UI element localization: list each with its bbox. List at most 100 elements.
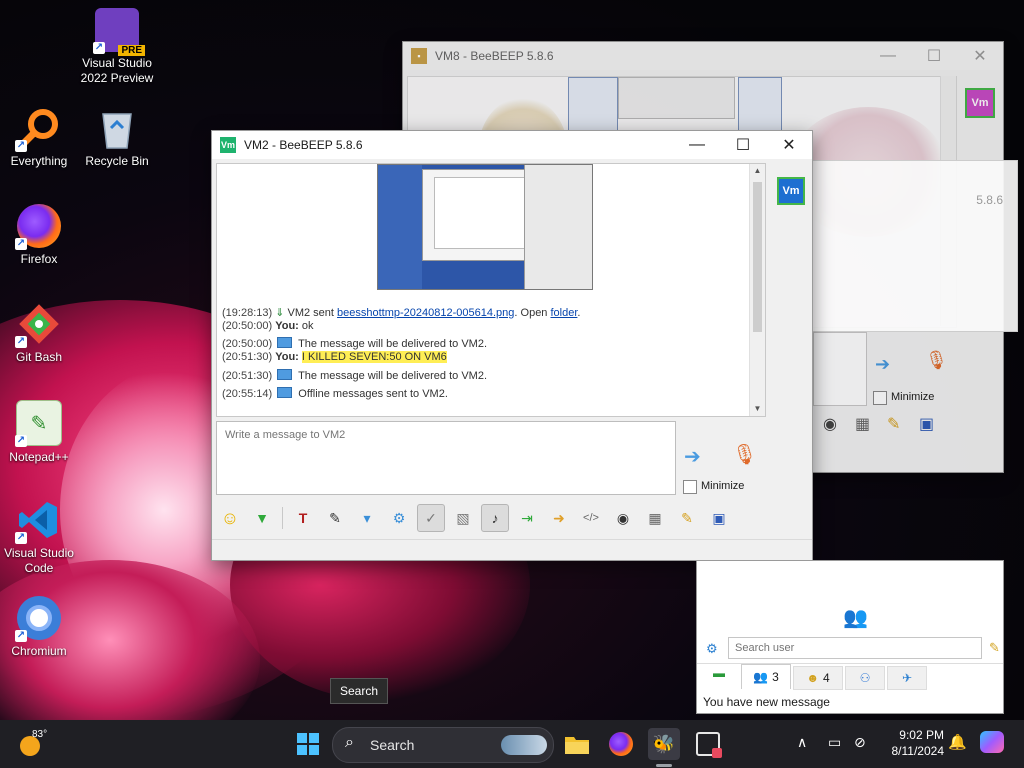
notes-icon[interactable]: ✎ [673,504,701,532]
minimize-checkbox[interactable] [683,480,697,494]
network-off-icon[interactable]: ⊘ [854,734,866,751]
beebeep-taskbar-icon[interactable]: 🐝 [648,728,680,760]
vm2-beebeep-window[interactable]: Vm VM2 - BeeBEEP 5.8.6 — ☐ ✕ (19:28:13) … [211,130,813,561]
search-user-input[interactable] [733,641,977,655]
weather-temperature: 83° [32,729,48,740]
chat-history[interactable]: (19:28:13) ⇓ VM2 sent beesshottmp-202408… [216,163,766,417]
vm8-minimize-label: Minimize [891,391,935,403]
beebeep-app-icon: ▪ [411,48,427,64]
microphone-icon[interactable]: 🎙 [732,442,757,467]
camera-icon[interactable]: ◉ [609,504,637,532]
scroll-down-icon[interactable]: ▼ [750,402,765,416]
notification-bell-icon[interactable]: 🔔 [948,733,967,751]
image-icon[interactable]: ▧ [449,504,477,532]
vm2-user-avatar[interactable]: Vm [777,177,805,205]
vm8-title-bar[interactable]: ▪ VM8 - BeeBEEP 5.8.6 — ☐ ✕ [403,42,1003,70]
desktop-icon-visual-studio-preview[interactable]: PRE ↗ Visual Studio 2022 Preview [75,8,159,86]
scroll-up-icon[interactable]: ▲ [750,164,765,178]
user-list-panel[interactable]: 👥 ⚙ ✎ ▬ 👥3 ☻4 ⚇ ✈ You have new message [696,560,1004,714]
vm8-minimize-checkbox[interactable] [873,391,887,405]
desktop-icon-label: Firefox [20,252,58,266]
screenshot-preview-image[interactable] [377,164,593,290]
vm8-avatar[interactable]: Vm [965,88,995,118]
notes-icon[interactable]: ✎ [887,414,900,434]
chat-message: (20:51:30) You: I KILLED SEVEN:50 ON VM6 [222,351,447,363]
maximize-icon[interactable]: ☐ [720,131,766,159]
firefox-icon: ↗ [15,204,61,250]
send-file-icon[interactable]: ➔ [684,444,716,470]
tab-chat-icon[interactable]: ▬ [701,666,737,686]
microphone-icon[interactable]: 🎙 [925,350,948,371]
font-icon[interactable]: T [289,504,317,532]
screenshot-toggle-icon[interactable]: ✓ [417,504,445,532]
snipping-tool-icon[interactable] [692,728,724,760]
screenshot-thumbnail [568,77,618,137]
desktop-icon-label: Visual Studio 2022 Preview [80,56,154,85]
send-file-icon[interactable]: ➔ [875,354,890,375]
tab-shares[interactable]: ✈ [887,666,927,690]
video-icon[interactable]: ▦ [855,414,870,434]
music-note-icon[interactable]: ♪ [481,504,509,532]
desktop-icon-label: Everything [10,154,68,168]
weather-widget[interactable]: 83° [18,728,58,760]
camera-icon[interactable]: ◉ [823,414,837,434]
chat-toolbar: ☺ ▼ T ✎ ▾ ⚙ ✓ ▧ ♪ ⇥ ➜ </> ◉ ▦ ✎ ▣ [216,501,796,535]
start-windows-icon[interactable] [292,728,324,760]
color-pen-icon[interactable]: ✎ [321,504,349,532]
message-timestamp: (20:50:00) [222,338,273,350]
close-icon[interactable]: ✕ [766,131,812,159]
tab-groups[interactable]: ☻ 4 [793,666,843,690]
folder-link[interactable]: folder [550,307,577,319]
close-icon[interactable]: ✕ [957,42,1003,70]
code-icon[interactable]: </> [577,504,605,532]
desktop-icon-notepad-plus-plus[interactable]: ✎ ↗ Notepad++ [0,400,81,465]
folder-send-icon[interactable]: ➜ [545,504,573,532]
show-hidden-icons-chevron-icon[interactable]: ∧ [797,734,807,751]
file-explorer-icon[interactable] [561,728,593,760]
envelope-icon [277,369,293,380]
video-icon[interactable]: ▦ [641,504,669,532]
vm8-compose[interactable] [813,332,867,406]
chat-scrollbar[interactable]: ▲ ▼ [749,164,765,416]
partial-window-title: 5.8.6 [976,193,1003,207]
desktop-icon-recycle-bin[interactable]: Recycle Bin [75,106,159,169]
message-timestamp: (20:51:30) [222,351,273,363]
export-icon[interactable]: ⇥ [513,504,541,532]
search-user-box[interactable] [728,637,982,659]
search-highlight-graphic [501,735,547,755]
desktop-icon-firefox[interactable]: ↗ Firefox [0,204,81,267]
tab-users[interactable]: 👥 3 [741,664,791,689]
vm2-title-bar[interactable]: Vm VM2 - BeeBEEP 5.8.6 — ☐ ✕ [212,131,812,159]
clear-search-icon[interactable]: ✎ [989,640,1000,656]
message-input[interactable] [223,428,667,442]
preview-window [434,177,536,249]
settings-gear-icon[interactable]: ⚙ [706,641,718,657]
minimize-icon[interactable]: — [865,42,911,70]
emoticon-icon[interactable]: ☺ [216,504,244,532]
scroll-thumb[interactable] [753,182,762,332]
message-text: ok [301,320,314,332]
desktop-icon-chromium[interactable]: ↗ Chromium [0,596,81,659]
save-icon[interactable]: ▣ [919,414,934,434]
taskbar-search-box[interactable]: ⌕ Search [332,727,554,763]
users-group-icon: 👥 [843,607,868,629]
copilot-icon[interactable] [980,731,1004,753]
file-link[interactable]: beesshottmp-20240812-005614.png [337,307,514,319]
display-icon[interactable]: ▭ [828,734,841,751]
message-compose-box[interactable] [216,421,676,495]
save-icon[interactable]: ▣ [705,504,733,532]
vm8-window-title: VM8 - BeeBEEP 5.8.6 [435,49,554,63]
clock[interactable]: 9:02 PM 8/11/2024 [880,727,945,759]
desktop-icon-everything[interactable]: ↗ Everything [0,106,81,169]
chat-message: (20:50:00) You: ok [222,320,314,332]
message-sender: You: [275,351,299,363]
minimize-icon[interactable]: — [674,131,720,159]
desktop-icon-vscode[interactable]: ↗ Visual Studio Code [0,498,81,576]
firefox-taskbar-icon[interactable] [605,728,637,760]
filter-icon[interactable]: ▾ [353,504,381,532]
tab-network[interactable]: ⚇ [845,666,885,690]
collapse-icon[interactable]: ▼ [248,504,276,532]
settings-gear-icon[interactable]: ⚙ [385,504,413,532]
desktop-icon-git-bash[interactable]: ↗ Git Bash [0,302,81,365]
maximize-icon[interactable]: ☐ [911,42,957,70]
